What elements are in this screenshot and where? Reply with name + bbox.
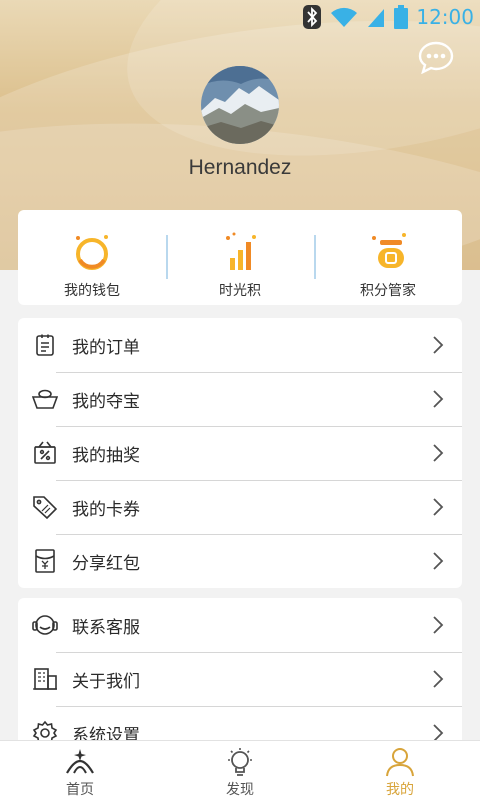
wifi-icon	[330, 6, 358, 28]
tab-discover[interactable]: 发现	[160, 741, 320, 800]
quick-label: 积分管家	[360, 283, 416, 299]
menu-item-label: 我的抽奖	[72, 445, 140, 466]
status-bar: 12:00	[0, 0, 480, 34]
menu-item-label: 我的订单	[72, 337, 140, 358]
treasure-icon	[18, 388, 72, 410]
menu-item-treasure[interactable]: 我的夺宝	[18, 372, 462, 426]
message-button[interactable]	[418, 40, 454, 75]
building-icon	[18, 667, 72, 691]
menu-item-lottery[interactable]: 我的抽奖	[18, 426, 462, 480]
tab-label: 首页	[66, 782, 94, 798]
chevron-right-icon	[432, 335, 444, 359]
menu-item-about-us[interactable]: 关于我们	[18, 652, 462, 706]
avatar[interactable]	[201, 66, 279, 144]
chevron-right-icon	[432, 615, 444, 639]
menu-item-label: 分享红包	[72, 553, 140, 574]
menu-item-label: 关于我们	[72, 671, 140, 692]
menu-card-main: 我的订单 我的夺宝 我的抽奖 我的卡券 分享红包	[18, 318, 462, 588]
tab-home[interactable]: 首页	[0, 741, 160, 800]
menu-item-red-packet[interactable]: 分享红包	[18, 534, 462, 588]
wallet-ring-icon	[76, 235, 108, 270]
menu-item-label: 我的卡券	[72, 499, 140, 520]
clipboard-icon	[18, 333, 72, 357]
bottom-tab-bar: 首页 发现 我的	[0, 740, 480, 800]
chevron-right-icon	[432, 497, 444, 521]
bluetooth-icon	[302, 4, 322, 30]
chevron-right-icon	[432, 389, 444, 413]
chevron-right-icon	[432, 443, 444, 467]
tab-mine[interactable]: 我的	[320, 741, 480, 800]
headset-icon	[18, 613, 72, 637]
lightbulb-icon	[228, 748, 252, 776]
quick-label: 时光积	[219, 283, 261, 299]
chevron-right-icon	[432, 551, 444, 575]
tab-label: 发现	[226, 782, 254, 798]
quick-item-wallet[interactable]: 我的钱包	[18, 210, 166, 305]
quick-actions-card: 我的钱包 时光积 积分管家	[18, 210, 462, 305]
points-coin-icon	[372, 233, 406, 268]
chevron-right-icon	[432, 669, 444, 693]
menu-item-label: 联系客服	[72, 617, 140, 638]
menu-item-label: 我的夺宝	[72, 391, 140, 412]
menu-item-coupons[interactable]: 我的卡券	[18, 480, 462, 534]
menu-item-orders[interactable]: 我的订单	[18, 318, 462, 372]
battery-icon	[394, 5, 409, 29]
quick-item-time-points[interactable]: 时光积	[166, 210, 314, 305]
menu-item-customer-service[interactable]: 联系客服	[18, 598, 462, 652]
status-time: 12:00	[416, 5, 474, 29]
tab-label: 我的	[386, 782, 414, 798]
quick-label: 我的钱包	[64, 283, 120, 299]
quick-item-points-manager[interactable]: 积分管家	[314, 210, 462, 305]
signal-icon	[366, 6, 386, 28]
lottery-box-icon	[18, 441, 72, 465]
home-icon	[66, 749, 94, 774]
bar-chart-icon	[226, 232, 256, 270]
red-packet-icon	[18, 548, 72, 574]
chat-bubble-icon	[418, 41, 454, 75]
coupon-tag-icon	[18, 494, 72, 520]
person-icon	[386, 748, 414, 777]
username: Hernandez	[188, 156, 292, 179]
menu-card-other: 联系客服 关于我们 系统设置	[18, 598, 462, 758]
